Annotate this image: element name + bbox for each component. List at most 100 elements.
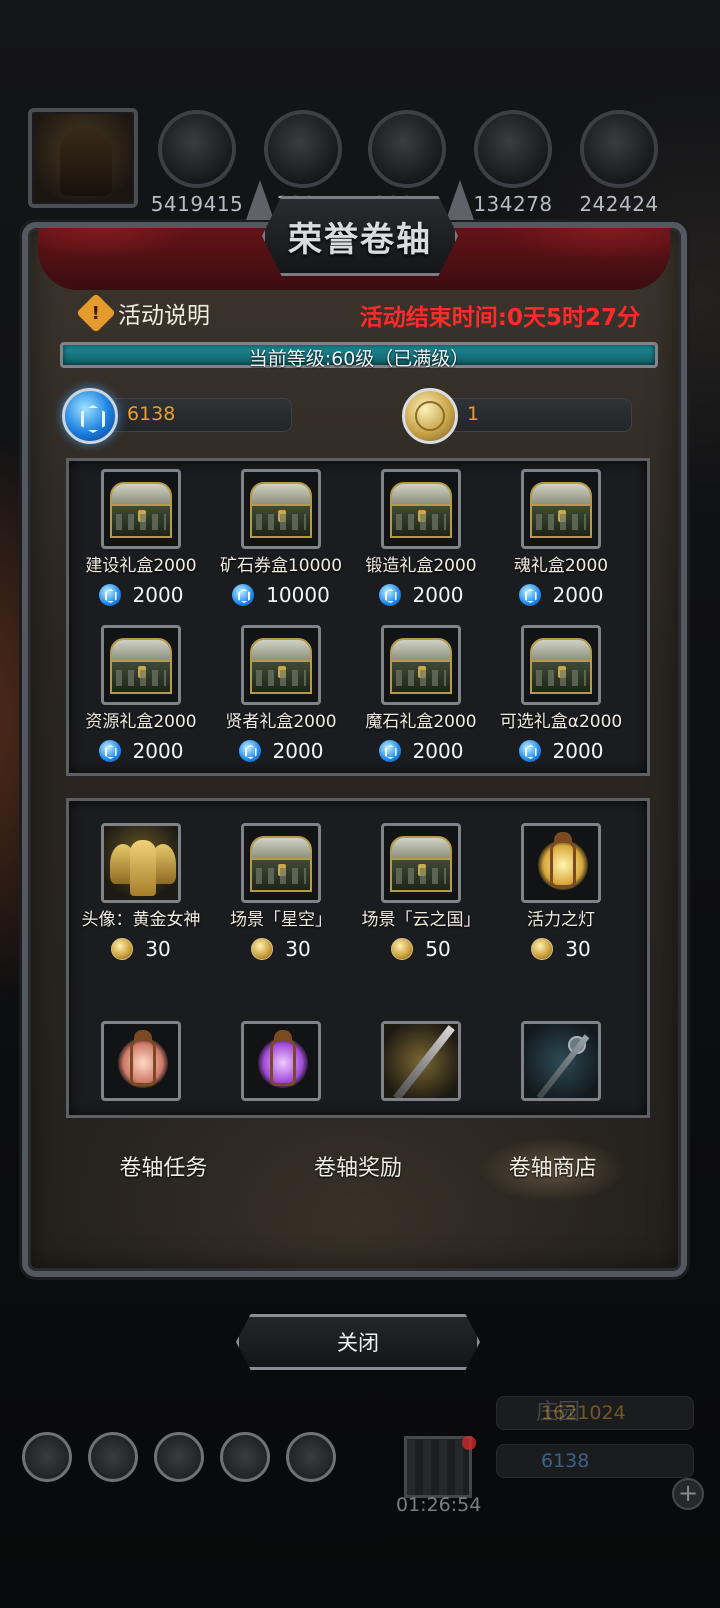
add-gems-button[interactable]: + <box>672 1478 704 1510</box>
stone-value: 242424 <box>579 192 659 216</box>
item-name: 头像：黄金女神 <box>81 910 201 930</box>
gem-balance-pill: 6138 <box>96 398 292 432</box>
treasure-chest-icon <box>521 469 601 549</box>
item-price: 2000 <box>69 583 213 607</box>
item-name: 魔石礼盒2000 <box>365 712 477 732</box>
item-name: 贤者礼盒2000 <box>225 712 337 732</box>
gem-icon <box>98 740 121 762</box>
wood-resource-icon <box>264 110 342 188</box>
item-price: 2000 <box>489 583 633 607</box>
item-name: 魂礼盒2000 <box>513 556 609 576</box>
gem-icon <box>378 740 401 762</box>
gold-value: 1621024 <box>541 1402 626 1424</box>
shop-item[interactable]: 锻造礼盒2000 2000 <box>349 461 493 607</box>
gem-icon <box>98 584 121 606</box>
item-price: 30 <box>489 937 633 961</box>
staff-icon <box>521 1021 601 1101</box>
coin-balance: 1 <box>467 403 480 425</box>
gem-icon <box>238 740 261 762</box>
event-end-time: 活动结束时间:0天5时27分 <box>359 305 640 331</box>
item-name: 资源礼盒2000 <box>85 712 197 732</box>
honor-coin-icon <box>402 388 458 444</box>
star-icon[interactable] <box>88 1432 138 1482</box>
treasure-chest-icon <box>101 469 181 549</box>
item-name: 建设礼盒2000 <box>85 556 197 576</box>
shop-item[interactable]: 可选礼盒α2000 2000 <box>489 617 633 763</box>
close-button[interactable]: 关闭 <box>236 1314 480 1370</box>
tab-scroll-tasks[interactable]: 卷轴任务 <box>66 1130 261 1202</box>
coin-icon <box>531 938 554 960</box>
treasure-chest-icon <box>241 469 321 549</box>
title-plaque: 荣誉卷轴 <box>262 196 458 276</box>
coin-icon <box>391 938 414 960</box>
item-name: 活力之灯 <box>527 910 595 930</box>
treasure-chest-icon <box>241 625 321 705</box>
shop-item[interactable]: 矿石券盒10000 10000 <box>209 461 353 607</box>
gem-balance: 6138 <box>127 403 176 425</box>
coin-icon <box>251 938 274 960</box>
pink-lamp-icon <box>101 1021 181 1101</box>
level-progress-bar: 当前等级:60级（已满级） <box>60 342 658 370</box>
tab-scroll-rewards[interactable]: 卷轴奖励 <box>261 1130 456 1202</box>
item-price: 2000 <box>209 739 353 763</box>
shop-item[interactable]: 场景「云之国」 50 <box>349 815 493 961</box>
frame-spike-left <box>246 180 274 220</box>
item-name: 锻造礼盒2000 <box>365 556 477 576</box>
treasure-chest-icon <box>381 823 461 903</box>
guild-icon[interactable] <box>286 1432 336 1482</box>
treasure-chest-icon <box>101 625 181 705</box>
activity-info-label: 活动说明 <box>118 303 210 329</box>
settings-icon[interactable] <box>22 1432 72 1482</box>
item-price: 2000 <box>349 583 493 607</box>
item-price: 2000 <box>69 739 213 763</box>
warning-icon: ! <box>76 293 116 333</box>
item-name: 可选礼盒α2000 <box>499 712 623 732</box>
gem-icon <box>232 584 255 606</box>
shop-item[interactable]: 魔石礼盒2000 2000 <box>349 617 493 763</box>
stone-resource-icon <box>580 110 658 188</box>
item-price: 2000 <box>349 739 493 763</box>
panel-title: 荣誉卷轴 <box>288 219 432 260</box>
scroll-tabs: 卷轴任务 卷轴奖励 卷轴商店 <box>66 1130 651 1202</box>
item-name: 场景「星空」 <box>230 910 332 930</box>
crystal-resource-icon <box>474 110 552 188</box>
gem-shop-section: 建设礼盒2000 2000 矿石券盒10000 10000 锻造礼盒2000 2… <box>66 458 650 776</box>
shop-item[interactable]: 贤者礼盒2000 2000 <box>209 617 353 763</box>
golden-goddess-icon <box>101 823 181 903</box>
level-text: 当前等级:60级（已满级） <box>248 348 470 370</box>
crystal-value: 134278 <box>473 192 553 216</box>
gem-icon <box>518 584 541 606</box>
gold-pill: 1621024 <box>496 1396 694 1430</box>
coin-icon <box>111 938 134 960</box>
ore-value: 5419415 <box>150 192 244 216</box>
item-name: 场景「云之国」 <box>361 910 481 930</box>
treasure-chest-icon <box>521 625 601 705</box>
tab-scroll-shop[interactable]: 卷轴商店 <box>455 1130 651 1202</box>
iron-resource-icon <box>368 110 446 188</box>
vitality-lamp-icon <box>521 823 601 903</box>
scroll-icon[interactable] <box>154 1432 204 1482</box>
mail-icon[interactable] <box>220 1432 270 1482</box>
treasure-chest-icon <box>381 625 461 705</box>
treasure-chest-icon <box>381 469 461 549</box>
notification-dot <box>462 1436 476 1450</box>
shop-item[interactable]: 建设礼盒2000 2000 <box>69 461 213 607</box>
shop-item[interactable]: 场景「星空」 30 <box>209 815 353 961</box>
gift-timer: 01:26:54 <box>396 1494 482 1516</box>
coin-balance-pill: 1 <box>436 398 632 432</box>
shop-item[interactable]: 魂礼盒2000 2000 <box>489 461 633 607</box>
gem-value: 6138 <box>541 1450 590 1472</box>
hooded-figure-icon <box>60 126 112 196</box>
purple-lamp-icon <box>241 1021 321 1101</box>
shop-item[interactable]: 资源礼盒2000 2000 <box>69 617 213 763</box>
gem-icon <box>378 584 401 606</box>
coin-shop-section: 头像：黄金女神 30 场景「星空」 30 场景「云之国」 50 活力之灯 30 <box>66 798 650 1118</box>
shop-item[interactable]: 头像：黄金女神 30 <box>69 815 213 961</box>
item-price: 50 <box>349 937 493 961</box>
treasure-chest-icon <box>241 823 321 903</box>
activity-info-button[interactable]: ! 活动说明 <box>76 293 210 333</box>
player-avatar[interactable] <box>28 108 138 208</box>
item-price: 2000 <box>489 739 633 763</box>
shop-item[interactable]: 活力之灯 30 <box>489 815 633 961</box>
gem-icon <box>518 740 541 762</box>
